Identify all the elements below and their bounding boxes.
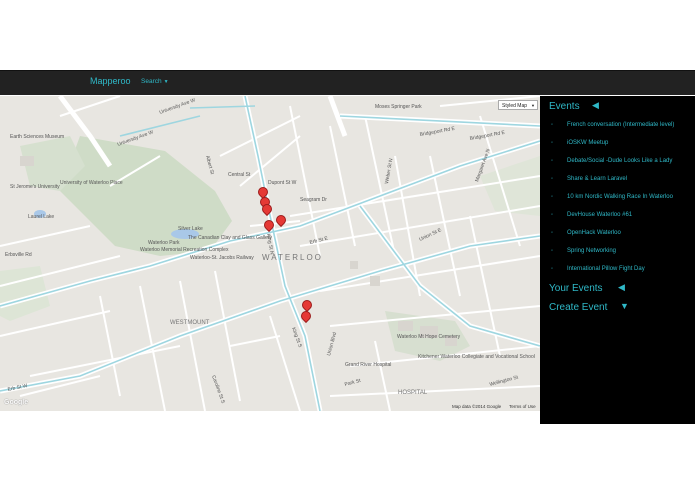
event-list-item[interactable]: ◦ DevHouse Waterloo #61: [550, 211, 693, 229]
map-label: WESTMOUNT: [170, 320, 210, 326]
chevron-left-icon[interactable]: ◀: [618, 282, 625, 293]
event-title: 10 km Nordic Walking Race In Waterloo: [567, 194, 673, 200]
map-type-select[interactable]: Styled Map ▼: [498, 100, 538, 110]
map-label: Seagram Dr: [300, 197, 327, 203]
map-label: Waterloo-St. Jacobs Railway: [190, 255, 254, 261]
caret-down-icon: ▼: [531, 103, 535, 108]
events-title[interactable]: Events: [549, 101, 580, 112]
map-label: University Ave W: [159, 97, 197, 116]
event-title: iOSKW Meetup: [567, 140, 609, 146]
event-list-item[interactable]: ◦ OpenHack Waterloo: [550, 229, 693, 247]
bullet-icon: ◦: [551, 176, 554, 182]
event-title: Debate/Social -Dude Looks Like a Lady: [567, 158, 673, 164]
bullet-icon: ◦: [551, 158, 554, 164]
map-label: Park St: [344, 378, 362, 388]
event-title: International Pillow Fight Day: [567, 266, 645, 272]
bullet-icon: ◦: [551, 194, 554, 200]
map-label: Laurel Lake: [28, 214, 54, 220]
bullet-icon: ◦: [551, 122, 554, 128]
map-view[interactable]: University Ave W University Ave W Earth Sc…: [0, 96, 540, 411]
event-list: ◦ French conversation (Intermediate level…: [550, 121, 693, 283]
map-label: Erb St E: [309, 235, 329, 245]
map-label: Albert St: [204, 155, 215, 176]
event-title: French conversation (Intermediate level): [567, 122, 675, 128]
map-canvas[interactable]: University Ave WUniversity Ave WEarth Sc…: [0, 96, 540, 411]
google-logo: Google: [4, 399, 29, 406]
sidebar: Events ◀ ◦ French conversation (Intermedi…: [540, 96, 695, 424]
search-dropdown[interactable]: Search ▼: [141, 78, 169, 85]
your-events-title[interactable]: Your Events: [549, 283, 603, 294]
bullet-icon: ◦: [551, 140, 554, 146]
event-list-item[interactable]: ◦ iOSKW Meetup: [550, 139, 693, 157]
map-label: Waterloo Memorial Recreation Complex: [140, 247, 229, 253]
map-type-label: Styled Map: [502, 103, 528, 109]
map-label: Grand River Hospital: [345, 362, 391, 368]
map-label: Weber St N: [384, 158, 394, 185]
map-label: Erbsville Rd: [5, 252, 32, 258]
map-data-credit: Map data ©2014 Google: [452, 404, 502, 409]
map-label: Waterloo Mt Hope Cemetery: [397, 334, 461, 340]
map-label: HOSPITAL: [398, 390, 428, 396]
create-event-title[interactable]: Create Event: [549, 302, 607, 313]
map-label: Waterloo Park: [148, 240, 180, 246]
map-label: Bridgeport Rd E: [419, 126, 456, 138]
event-title: OpenHack Waterloo: [567, 230, 621, 236]
event-list-item[interactable]: ◦ 10 km Nordic Walking Race In Waterloo: [550, 193, 693, 211]
event-list-item[interactable]: ◦ Spring Networking: [550, 247, 693, 265]
map-label: Caroline St S: [210, 375, 226, 405]
event-list-item[interactable]: ◦ French conversation (Intermediate level…: [550, 121, 693, 139]
map-label: Earth Sciences Museum: [10, 134, 64, 140]
bullet-icon: ◦: [551, 230, 554, 236]
bullet-icon: ◦: [551, 248, 554, 254]
event-list-item[interactable]: ◦ Debate/Social -Dude Looks Like a Lady: [550, 157, 693, 175]
brand-link[interactable]: Mapperoo: [90, 76, 131, 86]
event-list-item[interactable]: ◦ Share & Learn Laravel: [550, 175, 693, 193]
map-label: Kitchener Waterloo Collegiate and Vocati…: [418, 354, 535, 360]
event-title: DevHouse Waterloo #61: [567, 212, 633, 218]
map-label: Silver Lake: [178, 226, 203, 232]
map-label: University of Waterloo Place: [60, 180, 123, 186]
bullet-icon: ◦: [551, 212, 554, 218]
event-list-item[interactable]: ◦ International Pillow Fight Day: [550, 265, 693, 283]
event-title: Share & Learn Laravel: [567, 176, 628, 182]
event-title: Spring Networking: [567, 248, 617, 254]
map-label: Moses Springer Park: [375, 104, 422, 110]
map-label: The Canadian Clay and Glass Gallery: [188, 235, 272, 241]
chevron-down-icon[interactable]: ▼: [620, 301, 629, 311]
map-label: Erb St W: [7, 383, 28, 393]
chevron-left-icon[interactable]: ◀: [592, 100, 599, 111]
map-attribution: Map data ©2014 Google Terms of Use: [452, 404, 544, 409]
terms-of-use-link[interactable]: Terms of Use: [509, 404, 536, 409]
map-label: Union Blvd: [326, 331, 338, 356]
map-label: Wellington St: [489, 374, 520, 388]
map-label: Central St: [228, 172, 251, 178]
map-label: St Jerome's University: [10, 184, 60, 190]
navbar: Mapperoo Search ▼: [0, 70, 695, 95]
search-label: Search: [141, 78, 162, 85]
bullet-icon: ◦: [551, 266, 554, 272]
map-label: Union St E: [418, 227, 443, 243]
caret-down-icon: ▼: [163, 79, 169, 85]
map-label: Dupont St W: [268, 180, 297, 186]
